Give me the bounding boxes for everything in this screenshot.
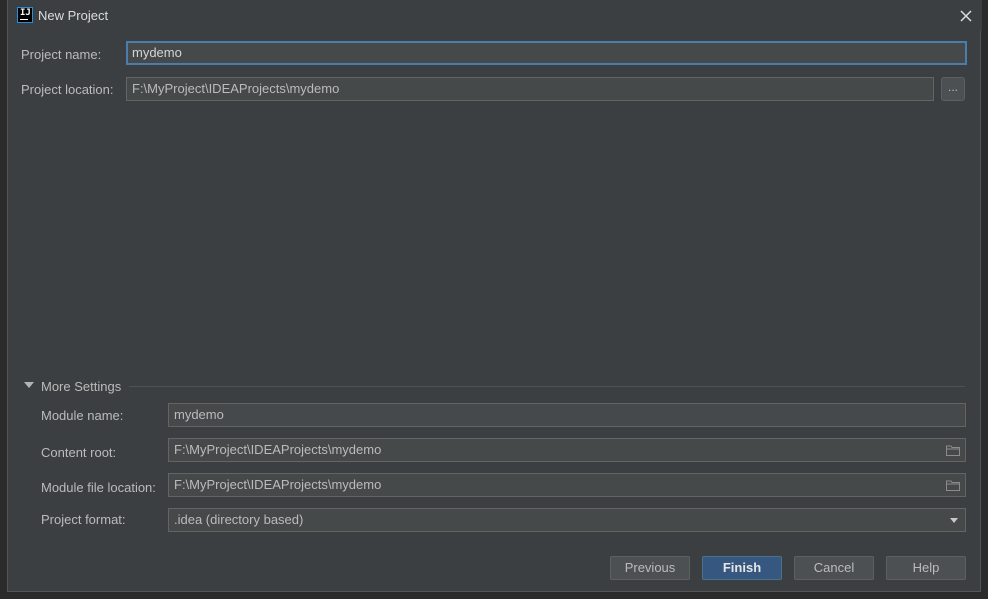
project-format-value: .idea (directory based) [174,512,304,527]
more-settings-toggle[interactable]: More Settings [41,379,121,394]
section-divider [129,386,965,387]
title-bar: IJ New Project [8,0,982,31]
module-name-label: Module name: [41,408,124,423]
module-file-location-label: Module file location: [41,480,156,495]
previous-button[interactable]: Previous [610,556,690,580]
window-title: New Project [38,8,109,23]
project-format-label: Project format: [41,512,126,527]
content-root-value: F:\MyProject\IDEAProjects\mydemo [174,442,382,457]
close-button[interactable] [952,4,980,28]
folder-icon[interactable] [946,444,960,456]
intellij-app-icon: IJ [17,7,33,23]
project-location-input[interactable]: F:\MyProject\IDEAProjects\mydemo [126,77,934,101]
module-file-location-input[interactable]: F:\MyProject\IDEAProjects\mydemo [168,473,966,497]
collapse-triangle-icon[interactable] [24,382,34,388]
folder-icon[interactable] [946,479,960,491]
project-name-input[interactable]: mydemo [126,41,967,65]
browse-location-button[interactable]: ... [941,77,965,101]
module-name-input[interactable]: mydemo [168,403,966,427]
help-button[interactable]: Help [886,556,966,580]
content-root-input[interactable]: F:\MyProject\IDEAProjects\mydemo [168,438,966,462]
chevron-down-icon [950,518,958,523]
project-name-label: Project name: [21,47,102,62]
project-location-label: Project location: [21,82,114,97]
new-project-dialog: IJ New Project Project name: mydemo Proj… [7,0,982,592]
cancel-button[interactable]: Cancel [794,556,874,580]
close-icon [960,10,972,22]
finish-button[interactable]: Finish [702,556,782,580]
project-format-select[interactable]: .idea (directory based) [168,508,966,532]
background-strip [0,592,988,599]
content-root-label: Content root: [41,445,117,460]
module-file-location-value: F:\MyProject\IDEAProjects\mydemo [174,477,382,492]
